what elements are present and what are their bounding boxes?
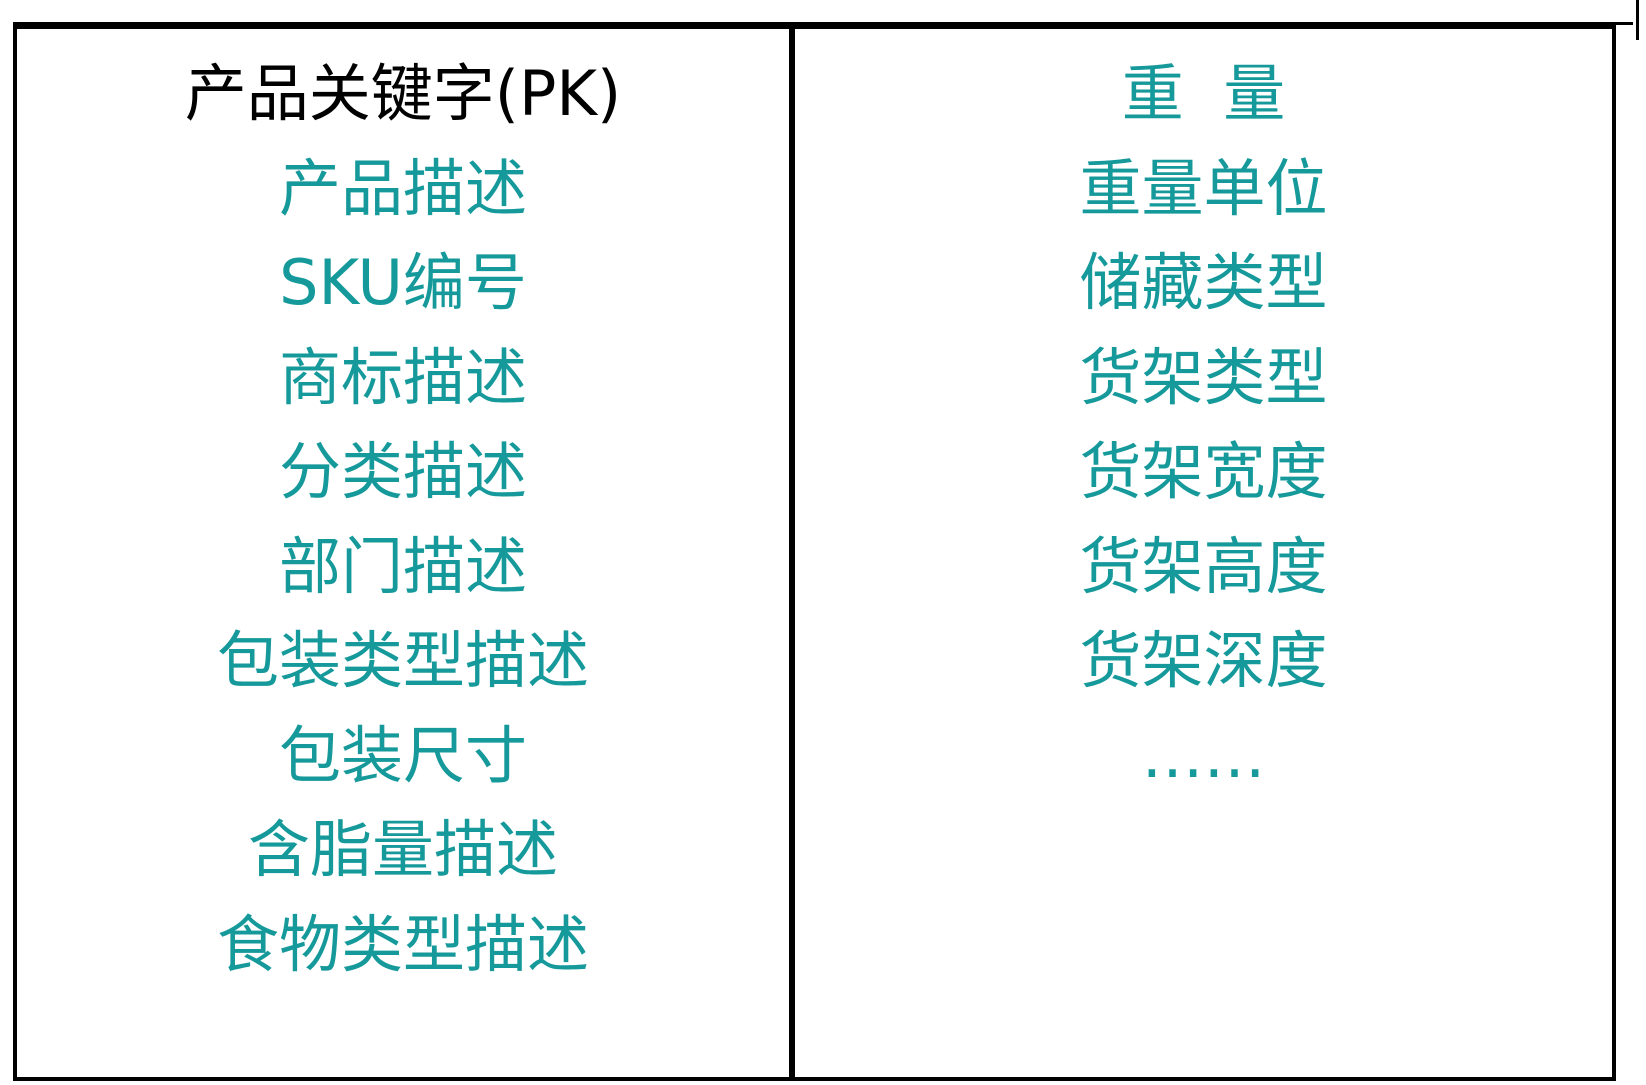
left-attribute-list: 产品关键字(PK) 产品描述 SKU编号 商标描述 分类描述 部门描述 包装类型… xyxy=(17,47,789,992)
attribute-item: 含脂量描述 xyxy=(247,813,558,886)
attribute-item: SKU编号 xyxy=(279,246,527,319)
attribute-item: 商标描述 xyxy=(278,340,527,414)
attribute-item: 产品描述 xyxy=(278,151,527,225)
attribute-item: 分类描述 xyxy=(278,435,527,508)
product-key-attributes-box: 产品关键字(PK) 产品描述 SKU编号 商标描述 分类描述 部门描述 包装类型… xyxy=(13,25,793,1081)
attribute-item: 重量单位 xyxy=(1079,151,1328,225)
ellipsis-item: …… xyxy=(1141,718,1266,792)
attribute-item: 包装尺寸 xyxy=(278,718,527,792)
attribute-item: 货架高度 xyxy=(1079,529,1328,603)
attribute-item: 食物类型描述 xyxy=(216,907,589,981)
primary-key-label: 产品关键字(PK) xyxy=(184,57,622,130)
attribute-item: 部门描述 xyxy=(278,529,527,603)
attribute-item: 重 量 xyxy=(1121,57,1286,130)
attribute-item: 包装类型描述 xyxy=(216,624,589,697)
attribute-item: 储藏类型 xyxy=(1079,246,1328,319)
attribute-item: 货架深度 xyxy=(1079,624,1328,697)
right-attribute-list: 重 量 重量单位 储藏类型 货架类型 货架宽度 货架高度 货架深度 …… xyxy=(795,47,1612,803)
attribute-item: 货架类型 xyxy=(1079,340,1328,414)
attribute-item: 货架宽度 xyxy=(1079,435,1328,508)
product-physical-attributes-box: 重 量 重量单位 储藏类型 货架类型 货架宽度 货架高度 货架深度 …… xyxy=(791,25,1616,1081)
corner-tick-mark xyxy=(1636,0,1639,40)
